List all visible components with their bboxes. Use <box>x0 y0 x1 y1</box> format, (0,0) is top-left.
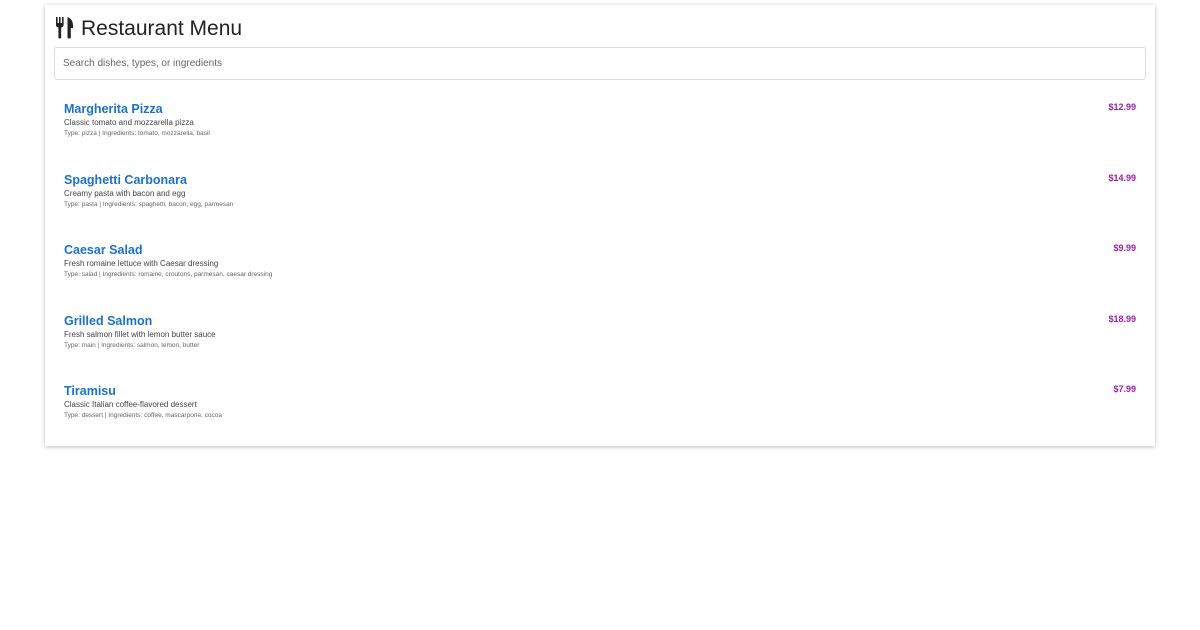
dish-price: $18.99 <box>1108 313 1136 324</box>
menu-item[interactable]: Grilled Salmon $18.99 Fresh salmon fille… <box>45 307 1155 378</box>
dish-name: Tiramisu <box>64 384 116 399</box>
menu-list: Margherita Pizza $12.99 Classic tomato a… <box>45 95 1155 448</box>
fork-knife-icon <box>55 17 75 39</box>
menu-card: Restaurant Menu Margherita Pizza $12.99 … <box>45 5 1155 446</box>
dish-name: Grilled Salmon <box>64 313 153 328</box>
dish-meta: Type: pasta | Ingredients: spaghetti, ba… <box>64 200 234 208</box>
page-title: Restaurant Menu <box>81 16 243 40</box>
dish-meta: Type: main | Ingredients: salmon, lemon,… <box>64 341 200 349</box>
dish-price: $14.99 <box>1108 172 1136 183</box>
dish-name: Margherita Pizza <box>64 102 163 116</box>
search-input[interactable] <box>54 47 1146 80</box>
dish-description: Fresh romaine lettuce with Caesar dressi… <box>64 259 219 269</box>
dish-price: $9.99 <box>1113 243 1136 254</box>
menu-item[interactable]: Tiramisu $7.99 Classic Italian coffee-fl… <box>45 377 1155 448</box>
menu-item[interactable]: Margherita Pizza $12.99 Classic tomato a… <box>45 95 1155 166</box>
dish-name: Spaghetti Carbonara <box>64 172 187 187</box>
menu-item[interactable]: Spaghetti Carbonara $14.99 Creamy pasta … <box>45 166 1155 237</box>
dish-description: Fresh salmon fillet with lemon butter sa… <box>64 329 216 339</box>
dish-price: $7.99 <box>1113 384 1136 395</box>
dish-description: Classic tomato and mozzarella pizza <box>64 118 194 127</box>
menu-item[interactable]: Caesar Salad $9.99 Fresh romaine lettuce… <box>45 236 1155 307</box>
dish-description: Classic Italian coffee-flavored dessert <box>64 400 197 410</box>
dish-meta: Type: dessert | Ingredients: coffee, mas… <box>64 412 223 420</box>
menu-header: Restaurant Menu <box>55 13 242 43</box>
dish-meta: Type: pizza | Ingredients: tomato, mozza… <box>64 130 210 137</box>
dish-meta: Type: salad | Ingredients: romaine, crou… <box>64 271 273 279</box>
dish-price: $12.99 <box>1108 102 1136 112</box>
dish-description: Creamy pasta with bacon and egg <box>64 188 186 198</box>
dish-name: Caesar Salad <box>64 243 143 258</box>
